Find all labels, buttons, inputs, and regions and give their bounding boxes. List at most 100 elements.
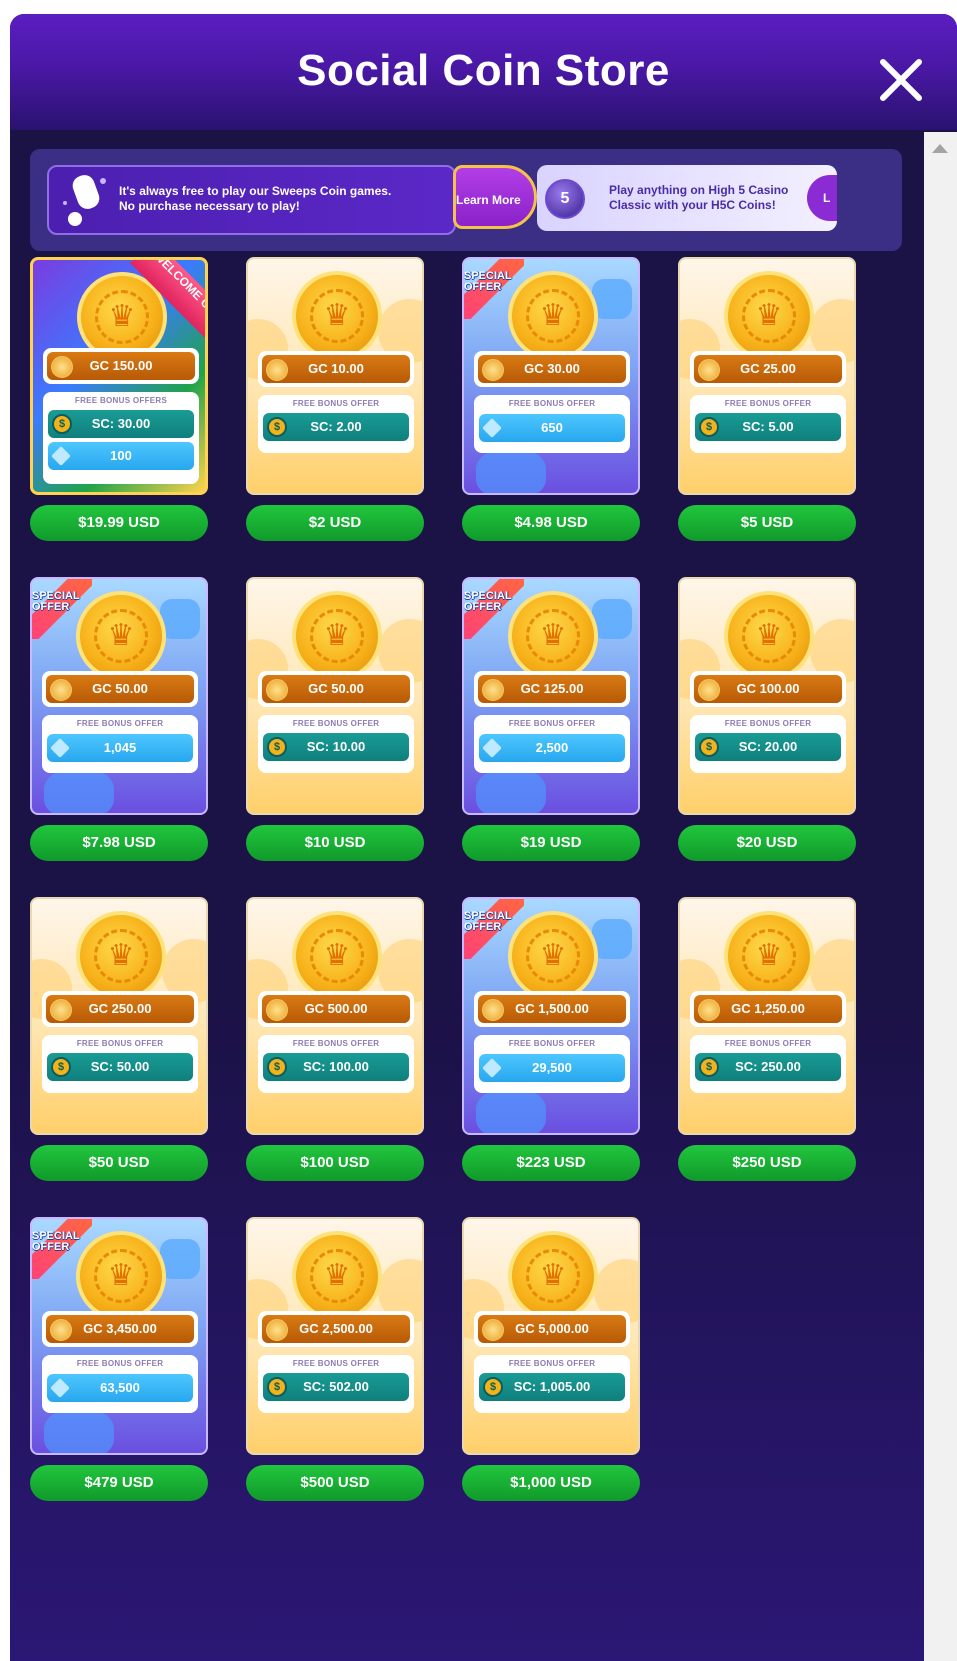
free-bonus-offer-box: FREE BONUS OFFER 29,500 xyxy=(474,1035,630,1093)
free-bonus-offer-label: FREE BONUS OFFER xyxy=(76,719,164,728)
gold-coin-icon: ♛ xyxy=(292,271,382,361)
special-offer-label: SPECIAL OFFER xyxy=(32,1230,80,1253)
special-offer-label: SPECIAL OFFER xyxy=(32,590,80,613)
gold-coin-amount: GC 50.00 xyxy=(262,675,410,703)
coin-pack-card[interactable]: ♛ GC 25.00 FREE BONUS OFFER $ SC: 5.00 xyxy=(678,257,856,495)
scrollbar[interactable] xyxy=(924,132,957,1661)
promo-banner-carousel[interactable]: It's always free to play our Sweeps Coin… xyxy=(30,149,902,251)
gold-coin-small-icon xyxy=(482,1319,504,1341)
buy-price-button[interactable]: $10 USD xyxy=(246,825,424,861)
gem-amount: 650 xyxy=(479,414,625,442)
coin-pack-item[interactable]: ♛ WELCOME OFFER GC 150.00 FREE BONUS OFFERS… xyxy=(30,257,208,549)
free-bonus-offer-label: FREE BONUS OFFER xyxy=(292,1039,380,1048)
coin-pack-item[interactable]: ♛ GC 250.00 FREE BONUS OFFER $ SC: 50.00 $50 … xyxy=(30,897,208,1189)
scroll-up-arrow-icon[interactable] xyxy=(932,144,948,153)
gold-coin-icon: ♛ xyxy=(292,591,382,681)
coin-pack-item[interactable]: ♛ GC 50.00 FREE BONUS OFFER $ SC: 10.00 $10 U… xyxy=(246,577,424,869)
close-button[interactable] xyxy=(875,54,927,106)
coin-pack-item[interactable]: ♛ GC 1,250.00 FREE BONUS OFFER $ SC: 250.00 $… xyxy=(678,897,856,1189)
buy-price-button[interactable]: $223 USD xyxy=(462,1145,640,1181)
sweeps-coin-amount: $ SC: 502.00 xyxy=(263,1373,409,1401)
welcome-offer-label: WELCOME OFFER xyxy=(130,260,205,348)
coin-pack-card[interactable]: ♛ WELCOME OFFER GC 150.00 FREE BONUS OFFERS… xyxy=(30,257,208,495)
coin-pack-card[interactable]: ♛ SPECIAL OFFER GC 3,450.00 FREE BONUS OFFE… xyxy=(30,1217,208,1455)
coin-pack-item[interactable]: ♛ GC 2,500.00 FREE BONUS OFFER $ SC: 502.00 $… xyxy=(246,1217,424,1509)
buy-price-button[interactable]: $4.98 USD xyxy=(462,505,640,541)
gold-coin-amount-text: GC 125.00 xyxy=(520,681,584,696)
h5c-badge-icon: 5 xyxy=(545,179,585,219)
learn-more-button[interactable]: Learn More xyxy=(453,165,537,229)
coin-pack-item[interactable]: ♛ GC 500.00 FREE BONUS OFFER $ SC: 100.00 $10… xyxy=(246,897,424,1189)
sweeps-coin-icon: $ xyxy=(699,1057,719,1077)
buy-price-button[interactable]: $100 USD xyxy=(246,1145,424,1181)
gold-coin-amount-text: GC 10.00 xyxy=(308,361,364,376)
buy-price-button[interactable]: $20 USD xyxy=(678,825,856,861)
buy-price-button[interactable]: $7.98 USD xyxy=(30,825,208,861)
h5c-banner[interactable]: 5 Play anything on High 5 Casino Classic… xyxy=(537,165,837,231)
coin-pack-card[interactable]: ♛ GC 100.00 FREE BONUS OFFER $ SC: 20.00 xyxy=(678,577,856,815)
gold-coin-amount: GC 100.00 xyxy=(694,675,842,703)
sweeps-coin-amount: $ SC: 100.00 xyxy=(263,1053,409,1081)
coin-pack-item[interactable]: ♛ SPECIAL OFFER GC 1,500.00 FREE BONUS OFFE… xyxy=(462,897,640,1189)
buy-price-button[interactable]: $50 USD xyxy=(30,1145,208,1181)
coin-pack-card[interactable]: ♛ GC 500.00 FREE BONUS OFFER $ SC: 100.00 xyxy=(246,897,424,1135)
h5c-banner-button[interactable]: L xyxy=(807,175,837,221)
special-offer-label: SPECIAL OFFER xyxy=(464,910,512,933)
sweeps-coin-amount-text: SC: 502.00 xyxy=(303,1379,369,1394)
buy-price-button[interactable]: $1,000 USD xyxy=(462,1465,640,1501)
sweeps-coin-icon: $ xyxy=(52,414,72,434)
gold-coin-amount: GC 25.00 xyxy=(694,355,842,383)
gold-coin-amount-bar: GC 10.00 xyxy=(258,351,414,387)
gold-coin-amount: GC 30.00 xyxy=(478,355,626,383)
coin-pack-item[interactable]: ♛ SPECIAL OFFER GC 30.00 FREE BONUS OFFER 65… xyxy=(462,257,640,549)
free-bonus-offer-box: FREE BONUS OFFER 1,045 xyxy=(42,715,198,773)
coin-pack-card[interactable]: ♛ GC 50.00 FREE BONUS OFFER $ SC: 10.00 xyxy=(246,577,424,815)
coin-emblem-icon: ♛ xyxy=(742,609,796,663)
gold-coin-amount-bar: GC 3,450.00 xyxy=(42,1311,198,1347)
coin-emblem-icon: ♛ xyxy=(310,289,364,343)
coin-pack-card[interactable]: ♛ GC 250.00 FREE BONUS OFFER $ SC: 50.00 xyxy=(30,897,208,1135)
coin-pack-card[interactable]: ♛ GC 5,000.00 FREE BONUS OFFER $ SC: 1,005.0… xyxy=(462,1217,640,1455)
coin-pack-item[interactable]: ♛ GC 100.00 FREE BONUS OFFER $ SC: 20.00 $20 … xyxy=(678,577,856,869)
coin-pack-item[interactable]: ♛ SPECIAL OFFER GC 50.00 FREE BONUS OFFER 1,… xyxy=(30,577,208,869)
coin-emblem-icon: ♛ xyxy=(526,1249,580,1303)
gold-coin-icon: ♛ xyxy=(724,911,814,1001)
sweeps-info-banner[interactable]: It's always free to play our Sweeps Coin… xyxy=(47,165,456,235)
buy-price-button[interactable]: $2 USD xyxy=(246,505,424,541)
sweeps-info-text: It's always free to play our Sweeps Coin… xyxy=(119,184,391,214)
buy-price-button[interactable]: $19 USD xyxy=(462,825,640,861)
gold-coin-small-icon xyxy=(50,679,72,701)
coin-pack-item[interactable]: ♛ SPECIAL OFFER GC 125.00 FREE BONUS OFFER 2… xyxy=(462,577,640,869)
gold-coin-amount-bar: GC 250.00 xyxy=(42,991,198,1027)
coin-pack-card[interactable]: ♛ SPECIAL OFFER GC 30.00 FREE BONUS OFFER 65… xyxy=(462,257,640,495)
coin-pack-item[interactable]: ♛ GC 5,000.00 FREE BONUS OFFER $ SC: 1,005.0… xyxy=(462,1217,640,1509)
coin-pack-card[interactable]: ♛ SPECIAL OFFER GC 125.00 FREE BONUS OFFER 2… xyxy=(462,577,640,815)
gold-coin-amount: GC 50.00 xyxy=(46,675,194,703)
buy-price-button[interactable]: $500 USD xyxy=(246,1465,424,1501)
coin-pack-card[interactable]: ♛ SPECIAL OFFER GC 1,500.00 FREE BONUS OFFE… xyxy=(462,897,640,1135)
free-bonus-offer-box: FREE BONUS OFFER 63,500 xyxy=(42,1355,198,1413)
special-offer-ribbon: SPECIAL OFFER xyxy=(32,579,92,639)
buy-price-button[interactable]: $479 USD xyxy=(30,1465,208,1501)
gold-coin-amount: GC 250.00 xyxy=(46,995,194,1023)
diamond-icon xyxy=(50,738,70,758)
buy-price-button[interactable]: $5 USD xyxy=(678,505,856,541)
coin-pack-card[interactable]: ♛ SPECIAL OFFER GC 50.00 FREE BONUS OFFER 1,… xyxy=(30,577,208,815)
gem-amount-text: 2,500 xyxy=(535,740,569,755)
coin-pack-item[interactable]: ♛ GC 25.00 FREE BONUS OFFER $ SC: 5.00 $5 USD xyxy=(678,257,856,549)
coin-pack-item[interactable]: ♛ GC 10.00 FREE BONUS OFFER $ SC: 2.00 $2 USD xyxy=(246,257,424,549)
gold-coin-icon: ♛ xyxy=(292,911,382,1001)
gold-coin-small-icon xyxy=(698,999,720,1021)
coin-emblem-icon: ♛ xyxy=(742,289,796,343)
gold-coin-small-icon xyxy=(482,999,504,1021)
buy-price-button[interactable]: $250 USD xyxy=(678,1145,856,1181)
decorative-gem-shape xyxy=(476,1089,546,1133)
diamond-icon xyxy=(51,446,71,466)
gold-coin-amount: GC 1,250.00 xyxy=(694,995,842,1023)
coin-pack-item[interactable]: ♛ SPECIAL OFFER GC 3,450.00 FREE BONUS OFFE… xyxy=(30,1217,208,1509)
gold-coin-amount-bar: GC 30.00 xyxy=(474,351,630,387)
coin-pack-card[interactable]: ♛ GC 2,500.00 FREE BONUS OFFER $ SC: 502.00 xyxy=(246,1217,424,1455)
buy-price-button[interactable]: $19.99 USD xyxy=(30,505,208,541)
coin-pack-card[interactable]: ♛ GC 10.00 FREE BONUS OFFER $ SC: 2.00 xyxy=(246,257,424,495)
coin-pack-card[interactable]: ♛ GC 1,250.00 FREE BONUS OFFER $ SC: 250.00 xyxy=(678,897,856,1135)
